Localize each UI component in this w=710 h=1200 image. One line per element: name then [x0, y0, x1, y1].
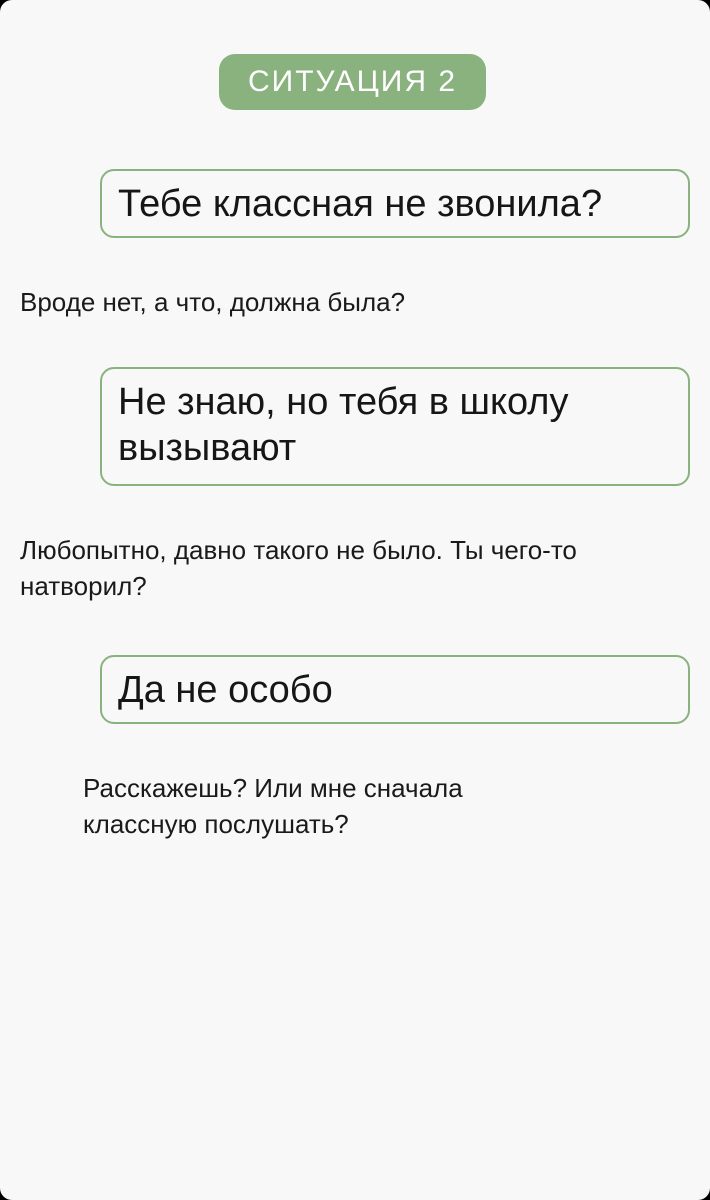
message-bubble-3: Да не особо — [100, 655, 690, 724]
reply-text-3: Расскажешь? Или мне сначала классную пос… — [83, 773, 463, 839]
reply-text-1: Вроде нет, а что, должна была? — [20, 287, 406, 317]
situation-card: СИТУАЦИЯ 2 Тебе классная не звонила? Вро… — [0, 0, 710, 1200]
reply-text-2: Любопытно, давно такого не было. Ты чего… — [20, 535, 577, 601]
situation-badge: СИТУАЦИЯ 2 — [219, 54, 486, 110]
message-bubble-1: Тебе классная не звонила? — [100, 169, 690, 238]
message-bubble-2: Не знаю, но тебя в школу вызывают — [100, 367, 690, 486]
